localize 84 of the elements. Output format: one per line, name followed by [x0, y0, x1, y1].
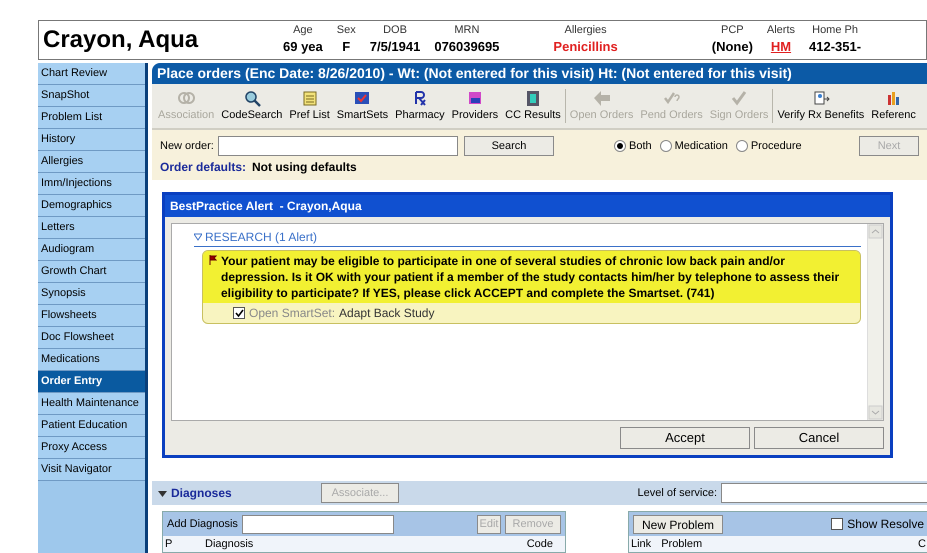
flag-icon: [209, 255, 217, 265]
field-label: Allergies: [564, 24, 607, 37]
triangle-icon: [194, 233, 202, 241]
sidebar-item[interactable]: Audiogram: [38, 239, 145, 261]
order-defaults-label: Order defaults:: [160, 159, 246, 176]
new-order-label: New order:: [160, 138, 215, 154]
level-of-service-field[interactable]: [721, 483, 927, 503]
diagnoses-title: Diagnoses: [171, 485, 233, 502]
field-value: Penicillins: [553, 38, 618, 56]
column-header: C: [918, 536, 926, 552]
field-label: Sex: [336, 24, 356, 37]
dialog-button[interactable]: Cancel: [754, 427, 884, 449]
field-value: 69 yea: [283, 38, 323, 56]
arrow-icon: [592, 88, 611, 107]
window-title: Place orders (Enc Date: 8/26/2010) - Wt: (Not entered for this visit) Ht: (Not entered for this visit): [152, 63, 927, 84]
order-type-radio[interactable]: Procedure: [736, 138, 802, 154]
checkbox[interactable]: [831, 518, 844, 530]
field-value: 412-351-: [809, 38, 862, 56]
toolbar-button[interactable]: Pref List: [287, 88, 332, 124]
field-label: Age: [293, 24, 313, 37]
sidebar-item[interactable]: Proxy Access: [38, 437, 145, 459]
order-defaults-value: Not using defaults: [252, 159, 357, 176]
toolbar-button[interactable]: Verify Rx Benefits: [775, 88, 866, 124]
column-header: P: [165, 536, 174, 552]
section-header[interactable]: RESEARCH (1 Alert): [194, 228, 861, 247]
toolbar-button[interactable]: CC Results: [503, 88, 563, 124]
sidebar-item[interactable]: Growth Chart: [38, 261, 145, 283]
column-header: Problem: [661, 536, 704, 552]
field-value: 076039695: [434, 38, 500, 56]
sidebar-item[interactable]: Synopsis: [38, 283, 145, 305]
new-problem-button[interactable]: New Problem: [633, 514, 723, 534]
toolbar-button[interactable]: Providers: [450, 88, 500, 124]
document-arrow-icon: [812, 88, 830, 107]
sidebar-item[interactable]: History: [38, 129, 145, 151]
field-label: MRN: [454, 24, 480, 37]
magnifier-icon: [242, 88, 261, 107]
sidebar-item[interactable]: Patient Education: [38, 415, 145, 437]
field-value: HM: [770, 38, 792, 56]
sidebar-item[interactable]: Allergies: [38, 151, 145, 173]
sidebar-item[interactable]: Imm/Injections: [38, 173, 145, 195]
new-order-field[interactable]: [218, 136, 458, 156]
sidebar-item[interactable]: Problem List: [38, 107, 145, 129]
sidebar-item[interactable]: Health Maintenance: [38, 393, 145, 415]
field-value: (None): [712, 38, 753, 56]
scroll-up-icon[interactable]: [868, 224, 883, 239]
add-diagnosis-field[interactable]: [242, 514, 394, 534]
order-type-radio[interactable]: Both: [614, 138, 652, 154]
column-header: Diagnosis: [205, 536, 254, 552]
smartset-option[interactable]: Open SmartSet: Adapt Back Study: [203, 303, 860, 323]
column-header: Code: [526, 536, 554, 552]
field-value: 7/5/1941: [370, 38, 420, 56]
show-resolved-option[interactable]: Show Resolve: [831, 515, 924, 533]
patient-name: Crayon, Aqua: [43, 25, 200, 55]
sidebar-item[interactable]: SnapShot: [38, 85, 145, 107]
toolbar-button[interactable]: Pharmacy: [393, 88, 447, 124]
order-type-radio[interactable]: Medication: [660, 138, 728, 154]
list-icon: [300, 88, 319, 107]
add-diagnosis-label: Add Diagnosis: [167, 516, 238, 532]
sidebar-item[interactable]: Chart Review: [38, 63, 145, 85]
sidebar-item[interactable]: Demographics: [38, 195, 145, 217]
scroll-down-icon[interactable]: [868, 405, 883, 420]
field-label: PCP: [721, 24, 744, 37]
field-label: DOB: [383, 24, 407, 37]
field-value: F: [342, 38, 350, 56]
sidebar-item[interactable]: Visit Navigator: [38, 459, 145, 481]
sidebar-item[interactable]: Medications: [38, 349, 145, 371]
sidebar-item[interactable]: Order Entry: [38, 371, 145, 393]
level-of-service-label: Level of service:: [638, 486, 717, 501]
checkmark-icon: [730, 88, 748, 107]
sidebar-item[interactable]: Doc Flowsheet: [38, 327, 145, 349]
toolbar-button[interactable]: SmartSets: [334, 88, 390, 124]
alert-message: Your patient may be eligible to participate in one of several studies of chronic low back pain and/or depression. Is it OK with your patient if a member of the study contacts him/her by telephone to assess their eligibility to participate? If YES, please click ACCEPT and complete the Smartset. (741): [221, 253, 840, 301]
toolbar-button[interactable]: Referenc: [869, 88, 918, 124]
field-label: Alerts: [766, 24, 796, 37]
sidebar-item[interactable]: Flowsheets: [38, 305, 145, 327]
dialog-button[interactable]: Accept: [620, 427, 750, 449]
sidebar-item[interactable]: Letters: [38, 217, 145, 239]
search-button[interactable]: Search: [464, 136, 554, 156]
field-label: Home Ph: [812, 24, 858, 37]
toolbar-button[interactable]: CodeSearch: [219, 88, 284, 124]
checkbox[interactable]: [233, 307, 245, 319]
column-header: Link: [631, 536, 652, 552]
dialog-title: BestPractice Alert - Crayon,Aqua: [165, 195, 890, 217]
collapse-icon[interactable]: [158, 488, 167, 498]
